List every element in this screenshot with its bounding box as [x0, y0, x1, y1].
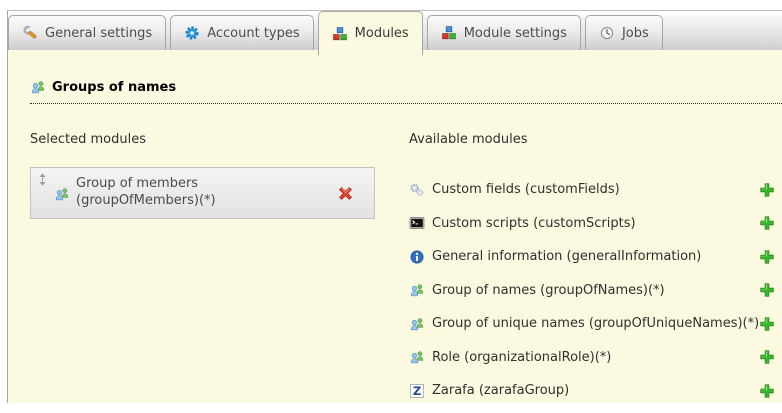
group-icon: [409, 349, 425, 365]
settings-panel: General settings Account types Modules M…: [7, 10, 782, 403]
available-module-label: Custom fields (customFields): [432, 182, 620, 197]
svg-text:Z: Z: [413, 384, 421, 398]
selected-modules-list: Group of members (groupOfMembers)(*): [30, 167, 409, 219]
available-module-row: Group of names (groupOfNames)(*): [409, 274, 775, 308]
available-module-label: Zarafa (zarafaGroup): [432, 383, 569, 398]
wrench-icon: [22, 25, 38, 41]
available-modules-label: Available modules: [409, 132, 775, 148]
group-icon: [409, 282, 425, 298]
selected-modules-column: Selected modules Group of members (group…: [30, 104, 409, 408]
tab-label: Modules: [355, 26, 409, 41]
module-id: (groupOfMembers)(*): [76, 193, 216, 210]
tab-modules[interactable]: Modules: [318, 11, 423, 55]
add-module-button[interactable]: [759, 349, 775, 365]
zarafa-icon: Z: [409, 383, 425, 399]
tab-label: Module settings: [464, 26, 567, 41]
tab-content: Groups of names Selected modules Group o…: [8, 79, 782, 408]
blocks-icon: [441, 25, 457, 41]
tab-label: Jobs: [622, 26, 649, 41]
add-module-button[interactable]: [759, 215, 775, 231]
available-module-row: Group of unique names (groupOfUniqueName…: [409, 307, 775, 341]
blocks-icon: [332, 26, 348, 42]
info-icon: [409, 249, 425, 265]
group-icon: [30, 79, 46, 95]
available-modules-list: Custom fields (customFields) Custom scri…: [409, 173, 775, 408]
tab-account-types[interactable]: Account types: [170, 15, 313, 50]
section-title: Groups of names: [52, 80, 176, 95]
gears-icon: [409, 182, 425, 198]
available-module-row: General information (generalInformation): [409, 240, 775, 274]
available-module-row: Z Zarafa (zarafaGroup): [409, 374, 775, 408]
tab-bar: General settings Account types Modules M…: [8, 11, 782, 50]
tab-general-settings[interactable]: General settings: [8, 15, 166, 50]
selected-module-item[interactable]: Group of members (groupOfMembers)(*): [30, 167, 375, 219]
tab-label: Account types: [207, 26, 299, 41]
terminal-icon: [409, 215, 425, 231]
add-module-button[interactable]: [759, 282, 775, 298]
group-icon: [54, 186, 70, 202]
tab-jobs[interactable]: Jobs: [585, 15, 663, 50]
available-module-row: Custom scripts (customScripts): [409, 207, 775, 241]
selected-modules-label: Selected modules: [30, 132, 409, 148]
available-module-label: Custom scripts (customScripts): [432, 216, 636, 231]
clock-icon: [599, 25, 615, 41]
available-module-label: General information (generalInformation): [432, 249, 701, 264]
group-icon: [409, 316, 425, 332]
available-module-row: Custom fields (customFields): [409, 173, 775, 207]
section-header: Groups of names: [30, 79, 782, 104]
available-module-label: Group of names (groupOfNames)(*): [432, 283, 665, 298]
remove-module-button[interactable]: [337, 185, 354, 202]
drag-handle-icon[interactable]: [38, 173, 47, 186]
module-name: Group of members: [76, 176, 216, 193]
tab-label: General settings: [45, 26, 152, 41]
add-module-button[interactable]: [759, 316, 775, 332]
add-module-button[interactable]: [759, 383, 775, 399]
selected-module-text: Group of members (groupOfMembers)(*): [76, 176, 216, 209]
add-module-button[interactable]: [759, 182, 775, 198]
available-module-label: Role (organizationalRole)(*): [432, 350, 611, 365]
gear-icon: [184, 25, 200, 41]
available-module-label: Group of unique names (groupOfUniqueName…: [432, 316, 759, 331]
available-module-row: Role (organizationalRole)(*): [409, 341, 775, 375]
available-modules-column: Available modules Custom fields (customF…: [409, 104, 782, 408]
tab-module-settings[interactable]: Module settings: [427, 15, 581, 50]
add-module-button[interactable]: [759, 249, 775, 265]
modules-columns: Selected modules Group of members (group…: [30, 104, 782, 408]
